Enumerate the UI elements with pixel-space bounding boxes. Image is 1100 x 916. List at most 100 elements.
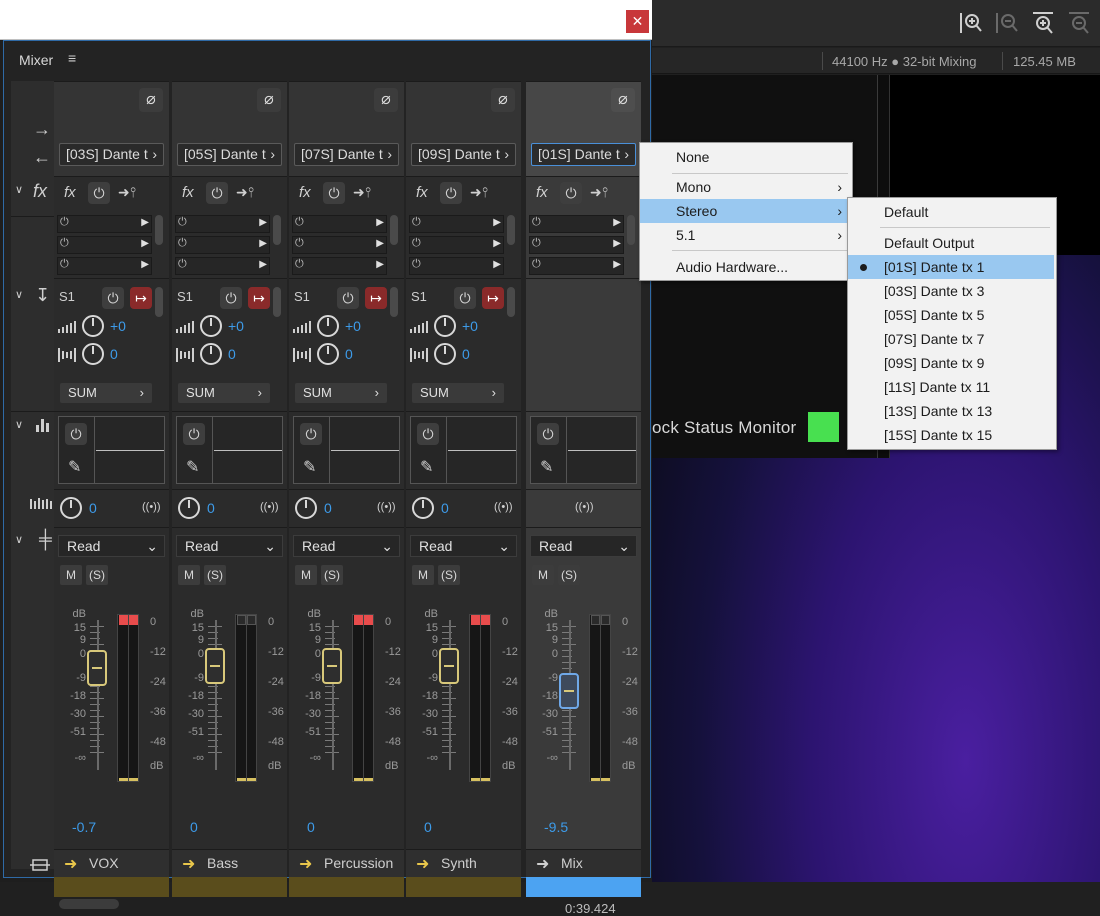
effect-slot[interactable]: ⏻ ▶ xyxy=(409,236,504,254)
phase-invert-icon[interactable]: ⌀ xyxy=(374,88,398,112)
send-pan-value[interactable]: 0 xyxy=(462,346,470,362)
pan-knob[interactable] xyxy=(295,497,317,519)
track-name[interactable]: Synth xyxy=(441,855,477,871)
fader-value[interactable]: 0 xyxy=(424,819,432,835)
fader-value[interactable]: -0.7 xyxy=(72,819,96,835)
output-select-button[interactable]: [03S] Dante t › xyxy=(59,143,164,166)
pan-knob[interactable] xyxy=(178,497,200,519)
mute-button[interactable]: M xyxy=(295,565,317,585)
slot-power-icon[interactable]: ⏻ xyxy=(412,216,421,229)
solo-button[interactable]: (S) xyxy=(321,565,343,585)
slot-power-icon[interactable]: ⏻ xyxy=(412,237,421,250)
slot-power-icon[interactable]: ⏻ xyxy=(412,258,421,271)
send-pre-post-button[interactable]: ↦ xyxy=(482,287,504,309)
phase-invert-icon[interactable]: ⌀ xyxy=(611,88,635,112)
slot-power-icon[interactable]: ⏻ xyxy=(178,216,187,229)
fx-scrollbar[interactable] xyxy=(390,215,398,245)
output-select-button[interactable]: [07S] Dante t › xyxy=(294,143,399,166)
submenu-item-dante-tx-15[interactable]: [15S] Dante tx 15 xyxy=(848,423,1056,447)
peak-indicator-right[interactable] xyxy=(364,615,373,625)
submenu-item-dante-tx-13[interactable]: [13S] Dante tx 13 xyxy=(848,399,1056,423)
peak-indicator-left[interactable] xyxy=(237,615,246,625)
send-volume-value[interactable]: +0 xyxy=(228,318,244,334)
send-pan-knob[interactable] xyxy=(317,343,339,365)
submenu-item-dante-tx-7[interactable]: [07S] Dante tx 7 xyxy=(848,327,1056,351)
slot-power-icon[interactable]: ⏻ xyxy=(178,237,187,250)
send-volume-value[interactable]: +0 xyxy=(345,318,361,334)
output-select-button[interactable]: [05S] Dante t › xyxy=(177,143,282,166)
send-pan-knob[interactable] xyxy=(200,343,222,365)
fader-value[interactable]: 0 xyxy=(307,819,315,835)
zoom-in-amplitude-icon[interactable] xyxy=(958,10,984,36)
output-select-button[interactable]: [01S] Dante t › xyxy=(531,143,636,166)
mute-button[interactable]: M xyxy=(532,565,554,585)
pre-post-fader-icon[interactable]: ➜⫯ xyxy=(470,184,488,201)
track-name[interactable]: Bass xyxy=(207,855,238,871)
stereo-width-icon[interactable]: ((•)) xyxy=(377,501,396,513)
sends-scrollbar[interactable] xyxy=(390,287,398,317)
pan-value[interactable]: 0 xyxy=(441,500,449,516)
sends-collapse-chevron-icon[interactable]: ∨ xyxy=(15,288,23,301)
effect-slot[interactable]: ⏻ ▶ xyxy=(57,257,152,275)
send-volume-value[interactable]: +0 xyxy=(462,318,478,334)
effect-slot[interactable]: ⏻ ▶ xyxy=(292,215,387,233)
send-pan-value[interactable]: 0 xyxy=(228,346,236,362)
fader-value[interactable]: 0 xyxy=(190,819,198,835)
peak-indicator-left[interactable] xyxy=(354,615,363,625)
fx-power-button[interactable]: ⏻ xyxy=(440,182,462,204)
panel-menu-icon[interactable]: ≡ xyxy=(68,50,76,66)
slot-power-icon[interactable]: ⏻ xyxy=(295,216,304,229)
pre-post-fader-icon[interactable]: ➜⫯ xyxy=(353,184,371,201)
slot-arrow-icon[interactable]: ▶ xyxy=(493,259,501,270)
pencil-icon[interactable]: ✎ xyxy=(68,457,81,477)
slot-arrow-icon[interactable]: ▶ xyxy=(141,238,149,249)
slot-arrow-icon[interactable]: ▶ xyxy=(613,238,621,249)
volume-fader-handle[interactable] xyxy=(439,648,459,684)
sends-scrollbar[interactable] xyxy=(155,287,163,317)
automation-mode-select[interactable]: Read ⌄ xyxy=(176,535,283,557)
send-power-button[interactable]: ⏻ xyxy=(220,287,242,309)
phase-invert-icon[interactable]: ⌀ xyxy=(139,88,163,112)
stereo-width-icon[interactable]: ((•)) xyxy=(494,501,513,513)
solo-button[interactable]: (S) xyxy=(558,565,580,585)
menu-item-none[interactable]: None xyxy=(640,145,852,169)
fx-power-button[interactable]: ⏻ xyxy=(560,182,582,204)
send-pre-post-button[interactable]: ↦ xyxy=(248,287,270,309)
slot-arrow-icon[interactable]: ▶ xyxy=(141,259,149,270)
slot-arrow-icon[interactable]: ▶ xyxy=(376,259,384,270)
slot-arrow-icon[interactable]: ▶ xyxy=(259,259,267,270)
eq-collapse-chevron-icon[interactable]: ∨ xyxy=(15,418,23,431)
send-volume-knob[interactable] xyxy=(82,315,104,337)
close-button[interactable]: ✕ xyxy=(626,10,649,33)
fx-scrollbar[interactable] xyxy=(507,215,515,245)
pencil-icon[interactable]: ✎ xyxy=(303,457,316,477)
solo-button[interactable]: (S) xyxy=(86,565,108,585)
send-power-button[interactable]: ⏻ xyxy=(454,287,476,309)
peak-indicator-right[interactable] xyxy=(129,615,138,625)
fx-icon[interactable]: fx xyxy=(64,184,76,201)
eq-power-button[interactable]: ⏻ xyxy=(65,423,87,445)
track-name[interactable]: VOX xyxy=(89,855,119,871)
fx-power-button[interactable]: ⏻ xyxy=(206,182,228,204)
slot-power-icon[interactable]: ⏻ xyxy=(178,258,187,271)
output-select-button[interactable]: [09S] Dante t › xyxy=(411,143,516,166)
slot-power-icon[interactable]: ⏻ xyxy=(532,237,541,250)
menu-item-mono[interactable]: Mono › xyxy=(640,175,852,199)
fx-icon[interactable]: fx xyxy=(536,184,548,201)
pre-post-fader-icon[interactable]: ➜⫯ xyxy=(118,184,136,201)
send-pan-value[interactable]: 0 xyxy=(110,346,118,362)
eq-display[interactable]: ⏻ ✎ xyxy=(293,416,400,484)
effect-slot[interactable]: ⏻ ▶ xyxy=(529,215,624,233)
peak-indicator-left[interactable] xyxy=(119,615,128,625)
volume-fader-handle[interactable] xyxy=(87,649,107,686)
submenu-item-default-output[interactable]: Default Output xyxy=(848,231,1056,255)
automation-mode-select[interactable]: Read ⌄ xyxy=(58,535,165,557)
track-name[interactable]: Mix xyxy=(561,855,583,871)
effect-slot[interactable]: ⏻ ▶ xyxy=(175,236,270,254)
effect-slot[interactable]: ⏻ ▶ xyxy=(57,236,152,254)
send-pan-knob[interactable] xyxy=(434,343,456,365)
pan-value[interactable]: 0 xyxy=(207,500,215,516)
slot-arrow-icon[interactable]: ▶ xyxy=(376,217,384,228)
stereo-width-icon[interactable]: ((•)) xyxy=(575,501,594,513)
pre-post-fader-icon[interactable]: ➜⫯ xyxy=(590,184,608,201)
